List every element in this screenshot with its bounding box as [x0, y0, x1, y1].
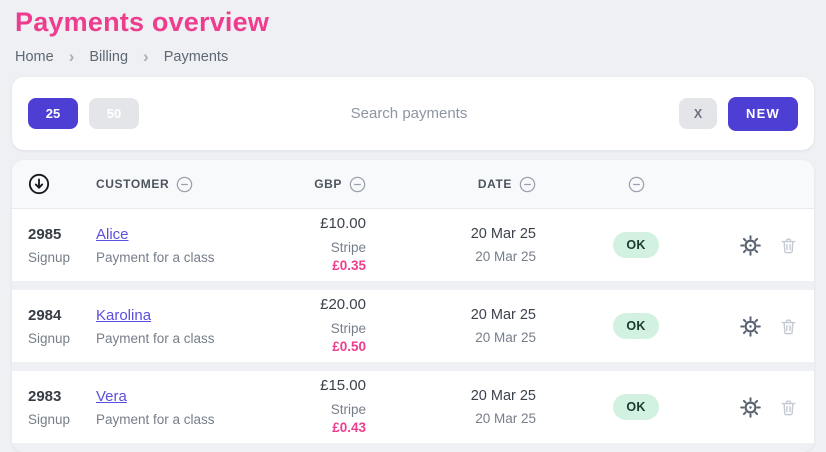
header-sort-cell [28, 173, 96, 195]
payment-id-cell: 2984 Signup [28, 307, 96, 346]
customer-link[interactable]: Vera [96, 388, 296, 405]
fee-provider: Stripe [331, 240, 366, 255]
date-cell: 20 Mar 25 20 Mar 25 [366, 388, 536, 426]
payment-id: 2983 [28, 388, 96, 405]
minus-circle-icon[interactable] [176, 176, 193, 193]
minus-circle-icon[interactable] [628, 176, 645, 193]
amount: £20.00 [320, 296, 366, 313]
payment-id-cell: 2983 Signup [28, 388, 96, 427]
page-title: Payments overview [12, 0, 814, 38]
header-customer: CUSTOMER [96, 176, 296, 193]
payment-date: 20 Mar 25 [471, 307, 536, 323]
fee-line: Stripe £0.50 [296, 320, 366, 356]
breadcrumb-home[interactable]: Home [15, 49, 54, 65]
page-size-25-button[interactable]: 25 [28, 98, 78, 129]
fee-line: Stripe £0.35 [296, 239, 366, 275]
status-cell: OK [536, 394, 736, 420]
status-cell: OK [536, 232, 736, 258]
trash-icon[interactable] [779, 398, 798, 417]
amount: £10.00 [320, 215, 366, 232]
fee-amount: £0.43 [332, 420, 366, 435]
gear-icon[interactable] [740, 316, 761, 337]
clear-search-button[interactable]: X [679, 98, 717, 129]
new-payment-button[interactable]: NEW [728, 97, 798, 131]
status-badge: OK [613, 232, 658, 258]
customer-link[interactable]: Karolina [96, 307, 296, 324]
header-date: DATE [366, 176, 536, 193]
row-separator [12, 362, 814, 371]
payment-id-cell: 2985 Signup [28, 226, 96, 265]
status-cell: OK [536, 313, 736, 339]
minus-circle-icon[interactable] [519, 176, 536, 193]
payment-date: 20 Mar 25 [471, 388, 536, 404]
table-row: 2984 Signup Karolina Payment for a class… [12, 290, 814, 362]
payment-description: Payment for a class [96, 331, 296, 346]
payment-type: Signup [28, 412, 96, 427]
header-date-label: DATE [478, 177, 512, 191]
fee-provider: Stripe [331, 321, 366, 336]
header-gbp: GBP [296, 176, 366, 193]
fee-amount: £0.50 [332, 339, 366, 354]
actions-cell [736, 316, 798, 337]
payment-type: Signup [28, 250, 96, 265]
payment-date-secondary: 20 Mar 25 [475, 330, 536, 345]
customer-cell: Alice Payment for a class [96, 226, 296, 265]
payment-description: Payment for a class [96, 412, 296, 427]
customer-link[interactable]: Alice [96, 226, 296, 243]
actions-cell [736, 235, 798, 256]
payment-date-secondary: 20 Mar 25 [475, 249, 536, 264]
status-badge: OK [613, 394, 658, 420]
table-row: 2983 Signup Vera Payment for a class £15… [12, 371, 814, 443]
gear-icon[interactable] [740, 235, 761, 256]
search-input[interactable] [150, 104, 668, 123]
trash-icon[interactable] [779, 317, 798, 336]
payment-id: 2984 [28, 307, 96, 324]
payment-type: Signup [28, 331, 96, 346]
customer-cell: Vera Payment for a class [96, 388, 296, 427]
payment-id: 2985 [28, 226, 96, 243]
arrow-down-circle-icon[interactable] [28, 173, 50, 195]
gear-icon[interactable] [740, 397, 761, 418]
page-size-50-button[interactable]: 50 [89, 98, 139, 129]
fee-amount: £0.35 [332, 258, 366, 273]
amount: £15.00 [320, 377, 366, 394]
trash-icon[interactable] [779, 236, 798, 255]
header-status [536, 176, 736, 193]
header-gbp-label: GBP [314, 177, 342, 191]
chevron-right-icon: › [143, 48, 149, 65]
actions-cell [736, 397, 798, 418]
minus-circle-icon[interactable] [349, 176, 366, 193]
status-badge: OK [613, 313, 658, 339]
table-row: 2985 Signup Alice Payment for a class £1… [12, 209, 814, 281]
customer-cell: Karolina Payment for a class [96, 307, 296, 346]
date-cell: 20 Mar 25 20 Mar 25 [366, 307, 536, 345]
amount-cell: £15.00 Stripe £0.43 [296, 377, 366, 437]
amount-cell: £20.00 Stripe £0.50 [296, 296, 366, 356]
payment-description: Payment for a class [96, 250, 296, 265]
breadcrumb: Home › Billing › Payments [12, 38, 814, 77]
fee-line: Stripe £0.43 [296, 401, 366, 437]
payment-date-secondary: 20 Mar 25 [475, 411, 536, 426]
table-header-row: CUSTOMER GBP DATE [12, 160, 814, 209]
toolbar-card: 25 50 X NEW [12, 77, 814, 150]
row-separator [12, 443, 814, 452]
amount-cell: £10.00 Stripe £0.35 [296, 215, 366, 275]
payments-table: CUSTOMER GBP DATE [12, 160, 814, 452]
breadcrumb-payments[interactable]: Payments [164, 49, 228, 65]
chevron-right-icon: › [69, 48, 75, 65]
fee-provider: Stripe [331, 402, 366, 417]
breadcrumb-billing[interactable]: Billing [89, 49, 128, 65]
row-separator [12, 281, 814, 290]
header-customer-label: CUSTOMER [96, 177, 169, 191]
page: Payments overview Home › Billing › Payme… [0, 0, 826, 452]
payment-date: 20 Mar 25 [471, 226, 536, 242]
date-cell: 20 Mar 25 20 Mar 25 [366, 226, 536, 264]
